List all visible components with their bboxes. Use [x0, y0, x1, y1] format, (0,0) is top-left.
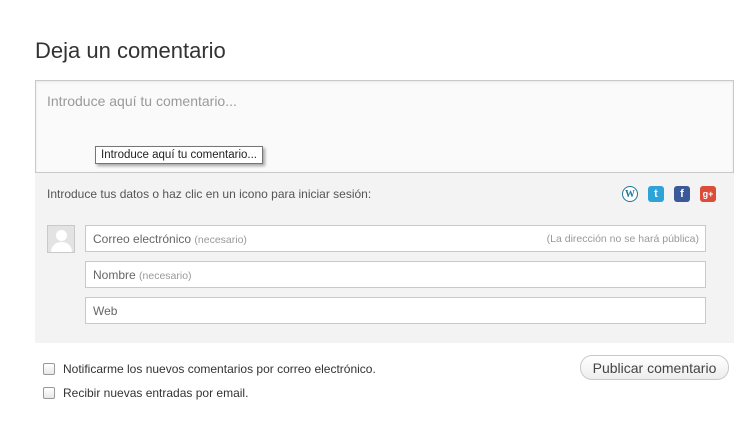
notify-posts-option[interactable]: Recibir nuevas entradas por email.: [43, 386, 248, 400]
notify-comments-label: Notificarme los nuevos comentarios por c…: [63, 362, 376, 376]
name-required: (necesario): [139, 270, 192, 282]
avatar-body: [51, 242, 72, 252]
email-required: (necesario): [194, 234, 247, 246]
comment-placeholder: Introduce aquí tu comentario...: [47, 93, 237, 109]
facebook-icon[interactable]: f: [674, 186, 690, 202]
identity-intro-text: Introduce tus datos o haz clic en un ico…: [47, 187, 372, 201]
name-label: Nombre (necesario): [93, 268, 192, 282]
notify-comments-checkbox[interactable]: [43, 363, 55, 375]
notify-posts-checkbox[interactable]: [43, 387, 55, 399]
web-field[interactable]: Web: [85, 297, 706, 324]
notify-posts-label: Recibir nuevas entradas por email.: [63, 386, 249, 400]
comment-tooltip: Introduce aquí tu comentario...: [95, 146, 263, 164]
twitter-icon[interactable]: t: [648, 186, 664, 202]
section-title: Deja un comentario: [35, 38, 226, 63]
notify-comments-option[interactable]: Notificarme los nuevos comentarios por c…: [43, 362, 376, 376]
email-privacy-note: (La dirección no se hará pública): [546, 233, 699, 245]
submit-comment-button[interactable]: Publicar comentario: [580, 355, 729, 380]
google-plus-icon[interactable]: g+: [700, 186, 716, 202]
name-label-text: Nombre: [93, 268, 136, 282]
avatar-head: [56, 230, 67, 241]
email-field[interactable]: Correo electrónico (necesario) (La direc…: [85, 225, 706, 252]
email-label-text: Correo electrónico: [93, 232, 192, 246]
avatar: [47, 225, 75, 253]
email-label: Correo electrónico (necesario): [93, 232, 247, 246]
web-label: Web: [93, 304, 118, 318]
wordpress-icon[interactable]: W: [622, 186, 638, 202]
name-field[interactable]: Nombre (necesario): [85, 261, 706, 288]
identity-panel: Introduce tus datos o haz clic en un ico…: [35, 173, 734, 343]
